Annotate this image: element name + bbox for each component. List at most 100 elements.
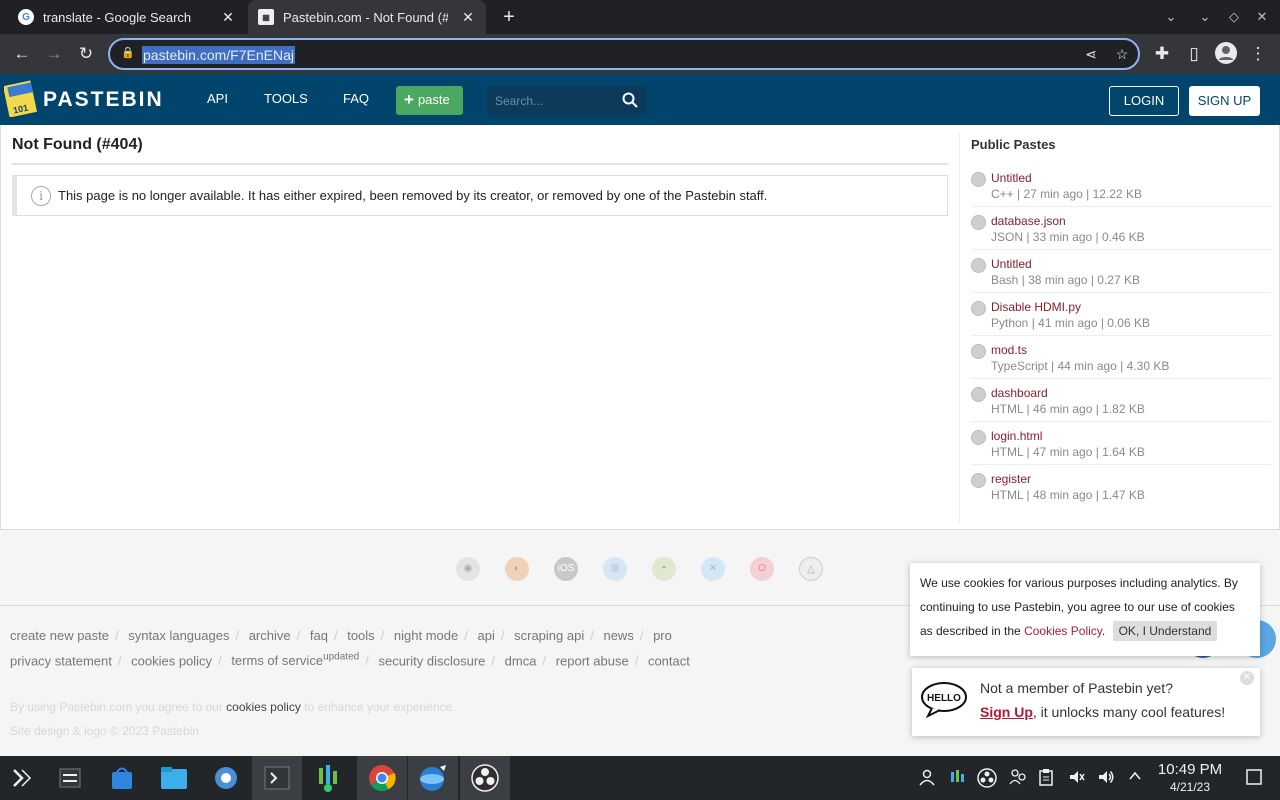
store-icon[interactable] (106, 762, 138, 794)
mac-icon[interactable]: ✕ (701, 557, 725, 581)
paste-meta: Python | 41 min ago | 0.06 KB (991, 316, 1150, 330)
footer-link[interactable]: tools (347, 628, 374, 643)
app-launcher-icon[interactable] (6, 762, 38, 794)
footer-link[interactable]: cookies policy (131, 653, 212, 668)
address-bar[interactable]: 🔒 pastebin.com/F7EnENaj ⋖ ☆ (108, 38, 1140, 70)
cookies-policy-link[interactable]: cookies policy (226, 700, 301, 714)
android-icon[interactable]: ◓ (652, 557, 676, 581)
ios-icon[interactable]: iOS (554, 557, 578, 581)
system-settings-icon[interactable] (210, 762, 242, 794)
bookmark-star-icon[interactable]: ☆ (1113, 45, 1131, 63)
signup-button[interactable]: SIGN UP (1189, 86, 1260, 116)
pastebin-logo-icon[interactable]: 101 (2, 79, 38, 118)
search-input[interactable] (487, 86, 617, 115)
site-search (487, 86, 647, 115)
nav-tools[interactable]: TOOLS (264, 91, 308, 106)
signup-link[interactable]: Sign Up (980, 704, 1033, 720)
list-item: database.json JSON | 33 min ago | 0.46 KB (971, 207, 1271, 250)
mic-muted-icon[interactable] (1066, 768, 1086, 788)
close-tab-icon[interactable]: ✕ (460, 9, 476, 25)
footer-link[interactable]: news (603, 628, 633, 643)
close-icon[interactable]: ✕ (1240, 671, 1254, 685)
paste-link[interactable]: Untitled (991, 257, 1032, 271)
maximize-icon[interactable]: ◇ (1225, 8, 1243, 26)
site-brand[interactable]: PASTEBIN (43, 88, 164, 112)
firefox-icon[interactable]: ◐ (505, 557, 529, 581)
new-tab-button[interactable]: + (498, 6, 520, 28)
footer-link[interactable]: scraping api (514, 628, 584, 643)
site-header: 101 PASTEBIN API TOOLS FAQ +paste LOGIN … (0, 74, 1280, 125)
paste-link[interactable]: login.html (991, 429, 1042, 443)
list-item: mod.ts TypeScript | 44 min ago | 4.30 KB (971, 336, 1271, 379)
terminal-icon[interactable] (252, 756, 302, 800)
chrome-taskbar-icon[interactable] (357, 756, 407, 800)
cookie-accept-button[interactable]: OK, I Understand (1112, 621, 1218, 641)
footer-link[interactable]: api (478, 628, 495, 643)
search-icon[interactable] (622, 92, 638, 108)
file-manager-icon[interactable] (158, 762, 190, 794)
reload-icon[interactable]: ↻ (74, 42, 98, 66)
linux-icon[interactable]: △ (799, 557, 823, 581)
nav-faq[interactable]: FAQ (343, 91, 369, 106)
user-icon[interactable] (917, 768, 937, 788)
footer-fine-print: By using Pastebin.com you agree to our c… (10, 700, 456, 714)
opera-icon[interactable]: O (750, 557, 774, 581)
clock-time: 10:49 PM (1157, 761, 1223, 778)
tab-search-icon[interactable]: ⌄ (1162, 8, 1180, 26)
footer-link[interactable]: faq (310, 628, 328, 643)
footer-link[interactable]: night mode (394, 628, 458, 643)
footer-link-terms[interactable]: terms of serviceupdated (231, 652, 359, 668)
tab-pastebin[interactable]: ▦ Pastebin.com - Not Found (#404) ✕ (248, 0, 486, 34)
settings-sliders-icon[interactable] (54, 762, 86, 794)
footer-link[interactable]: pro (653, 628, 672, 643)
side-panel-icon[interactable]: ▯ (1182, 42, 1206, 66)
signup-question: Not a member of Pastebin yet? (980, 680, 1173, 696)
obs-icon[interactable] (460, 756, 510, 800)
footer-link[interactable]: privacy statement (10, 653, 112, 668)
profile-avatar-icon[interactable] (1214, 42, 1238, 66)
new-paste-button[interactable]: + paste (396, 86, 463, 115)
people-icon[interactable] (1008, 768, 1028, 788)
close-tab-icon[interactable]: ✕ (220, 9, 236, 25)
login-button[interactable]: LOGIN (1109, 86, 1179, 116)
email-client-icon[interactable] (408, 756, 458, 800)
extensions-icon[interactable]: ✚ (1150, 42, 1174, 66)
paste-link[interactable]: mod.ts (991, 343, 1027, 357)
footer-link[interactable]: create new paste (10, 628, 109, 643)
nav-api[interactable]: API (207, 91, 228, 106)
clipboard-icon[interactable] (1036, 768, 1056, 788)
footer-link[interactable]: security disclosure (378, 653, 485, 668)
footer-link[interactable]: syntax languages (128, 628, 229, 643)
obs-tray-icon[interactable] (977, 768, 997, 788)
browser-menu-icon[interactable]: ⋮ (1246, 42, 1270, 66)
network-app-icon[interactable] (312, 762, 344, 794)
system-clock[interactable]: 10:49 PM 4/21/23 (1150, 761, 1230, 795)
paste-link[interactable]: Disable HDMI.py (991, 300, 1081, 314)
minimize-icon[interactable]: ⌄ (1196, 8, 1214, 26)
share-icon[interactable]: ⋖ (1082, 45, 1100, 63)
show-desktop-icon[interactable] (1244, 768, 1264, 788)
footer-link[interactable]: archive (249, 628, 291, 643)
forward-icon[interactable]: → (42, 42, 66, 66)
cookies-policy-link[interactable]: Cookies Policy (1024, 624, 1102, 638)
volume-icon[interactable] (1096, 768, 1116, 788)
paste-link[interactable]: database.json (991, 214, 1066, 228)
windows-icon[interactable]: ⊞ (603, 557, 627, 581)
copyright: Site design & logo © 2023 Pastebin (10, 724, 199, 738)
footer-link[interactable]: contact (648, 653, 690, 668)
close-window-icon[interactable]: ✕ (1253, 8, 1271, 26)
paste-link[interactable]: Untitled (991, 171, 1032, 185)
paste-meta: Bash | 38 min ago | 0.27 KB (991, 273, 1140, 287)
back-icon[interactable]: ← (10, 42, 34, 66)
footer-link[interactable]: dmca (505, 653, 537, 668)
paste-link[interactable]: dashboard (991, 386, 1048, 400)
globe-icon (971, 344, 986, 359)
footer-link[interactable]: report abuse (556, 653, 629, 668)
url-text[interactable]: pastebin.com/F7EnENaj (142, 46, 295, 64)
paste-link[interactable]: register (991, 472, 1031, 486)
network-monitor-icon[interactable] (947, 768, 967, 788)
paste-meta: C++ | 27 min ago | 12.22 KB (991, 187, 1142, 201)
chevron-up-icon[interactable] (1125, 768, 1145, 788)
tab-google-search[interactable]: G translate - Google Search ✕ (8, 0, 246, 34)
chrome-icon[interactable]: ◉ (456, 557, 480, 581)
